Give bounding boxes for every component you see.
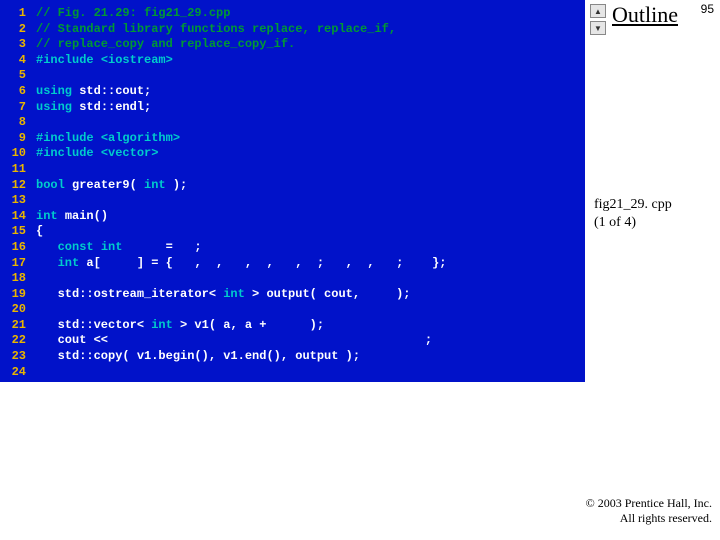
code-panel: 1 // Fig. 21.29: fig21_29.cpp 2 // Standard…: [0, 0, 585, 382]
nav-down-button[interactable]: ▼: [590, 21, 606, 35]
line-number: 19: [4, 287, 26, 303]
code-text: #include <vector>: [36, 146, 158, 162]
code-text: using std::endl;: [36, 100, 151, 116]
line-number: 13: [4, 193, 26, 209]
code-line: 1 // Fig. 21.29: fig21_29.cpp: [4, 6, 577, 22]
line-number: 3: [4, 37, 26, 53]
code-text: // replace_copy and replace_copy_if.: [36, 37, 295, 53]
line-number: 24: [4, 365, 26, 381]
line-number: 1: [4, 6, 26, 22]
code-text: std::ostream_iterator< int > output( cou…: [36, 287, 410, 303]
code-text: // Fig. 21.29: fig21_29.cpp: [36, 6, 230, 22]
code-line: 17 int a[ ] = { , , , , , ; , , ; };: [4, 256, 577, 272]
line-number: 20: [4, 302, 26, 318]
line-number: 15: [4, 224, 26, 240]
line-number: 16: [4, 240, 26, 256]
line-number: 5: [4, 68, 26, 84]
code-line: 10 #include <vector>: [4, 146, 577, 162]
line-number: 14: [4, 209, 26, 225]
code-line: 2 // Standard library functions replace, …: [4, 22, 577, 38]
code-text: int main(): [36, 209, 108, 225]
slide-caption: fig21_29. cpp (1 of 4): [594, 196, 672, 232]
line-number: 12: [4, 178, 26, 194]
code-line: 6 using std::cout;: [4, 84, 577, 100]
line-number: 2: [4, 22, 26, 38]
code-text: cout << ;: [36, 333, 432, 349]
nav-up-button[interactable]: ▲: [590, 4, 606, 18]
line-number: 10: [4, 146, 26, 162]
code-text: // Standard library functions replace, r…: [36, 22, 396, 38]
code-line: 16 const int = ;: [4, 240, 577, 256]
code-line: 18: [4, 271, 577, 287]
code-line: 3 // replace_copy and replace_copy_if.: [4, 37, 577, 53]
line-number: 18: [4, 271, 26, 287]
code-text: #include <iostream>: [36, 53, 173, 69]
line-number: 23: [4, 349, 26, 365]
code-line: 7 using std::endl;: [4, 100, 577, 116]
code-line: 21 std::vector< int > v1( a, a + );: [4, 318, 577, 334]
code-text: int a[ ] = { , , , , , ; , , ; };: [36, 256, 446, 272]
line-number: 11: [4, 162, 26, 178]
caption-line-1: fig21_29. cpp: [594, 196, 672, 214]
code-text: std::copy( v1.begin(), v1.end(), output …: [36, 349, 360, 365]
code-line: 11: [4, 162, 577, 178]
code-line: 22 cout << ;: [4, 333, 577, 349]
line-number: 9: [4, 131, 26, 147]
code-text: using std::cout;: [36, 84, 151, 100]
line-number: 8: [4, 115, 26, 131]
code-line: 15 {: [4, 224, 577, 240]
line-number: 6: [4, 84, 26, 100]
code-line: 4 #include <iostream>: [4, 53, 577, 69]
outline-link[interactable]: Outline: [612, 2, 678, 28]
code-text: {: [36, 224, 43, 240]
code-text: #include <algorithm>: [36, 131, 180, 147]
code-text: const int = ;: [36, 240, 202, 256]
code-line: 13: [4, 193, 577, 209]
code-line: 19 std::ostream_iterator< int > output( …: [4, 287, 577, 303]
code-line: 20: [4, 302, 577, 318]
line-number: 22: [4, 333, 26, 349]
code-line: 8: [4, 115, 577, 131]
page-number: 95: [701, 2, 714, 16]
code-line: 14 int main(): [4, 209, 577, 225]
line-number: 21: [4, 318, 26, 334]
line-number: 17: [4, 256, 26, 272]
copyright-line-1: © 2003 Prentice Hall, Inc.: [586, 496, 712, 511]
code-text: bool greater9( int );: [36, 178, 187, 194]
line-number: 4: [4, 53, 26, 69]
copyright-line-2: All rights reserved.: [586, 511, 712, 526]
code-line: 5: [4, 68, 577, 84]
copyright-notice: © 2003 Prentice Hall, Inc. All rights re…: [586, 496, 712, 526]
code-text: std::vector< int > v1( a, a + );: [36, 318, 324, 334]
code-line: 23 std::copy( v1.begin(), v1.end(), outp…: [4, 349, 577, 365]
code-line: 24: [4, 365, 577, 381]
nav-controls: ▲ ▼: [590, 4, 608, 38]
code-line: 9 #include <algorithm>: [4, 131, 577, 147]
code-line: 12 bool greater9( int );: [4, 178, 577, 194]
line-number: 7: [4, 100, 26, 116]
caption-line-2: (1 of 4): [594, 214, 672, 232]
